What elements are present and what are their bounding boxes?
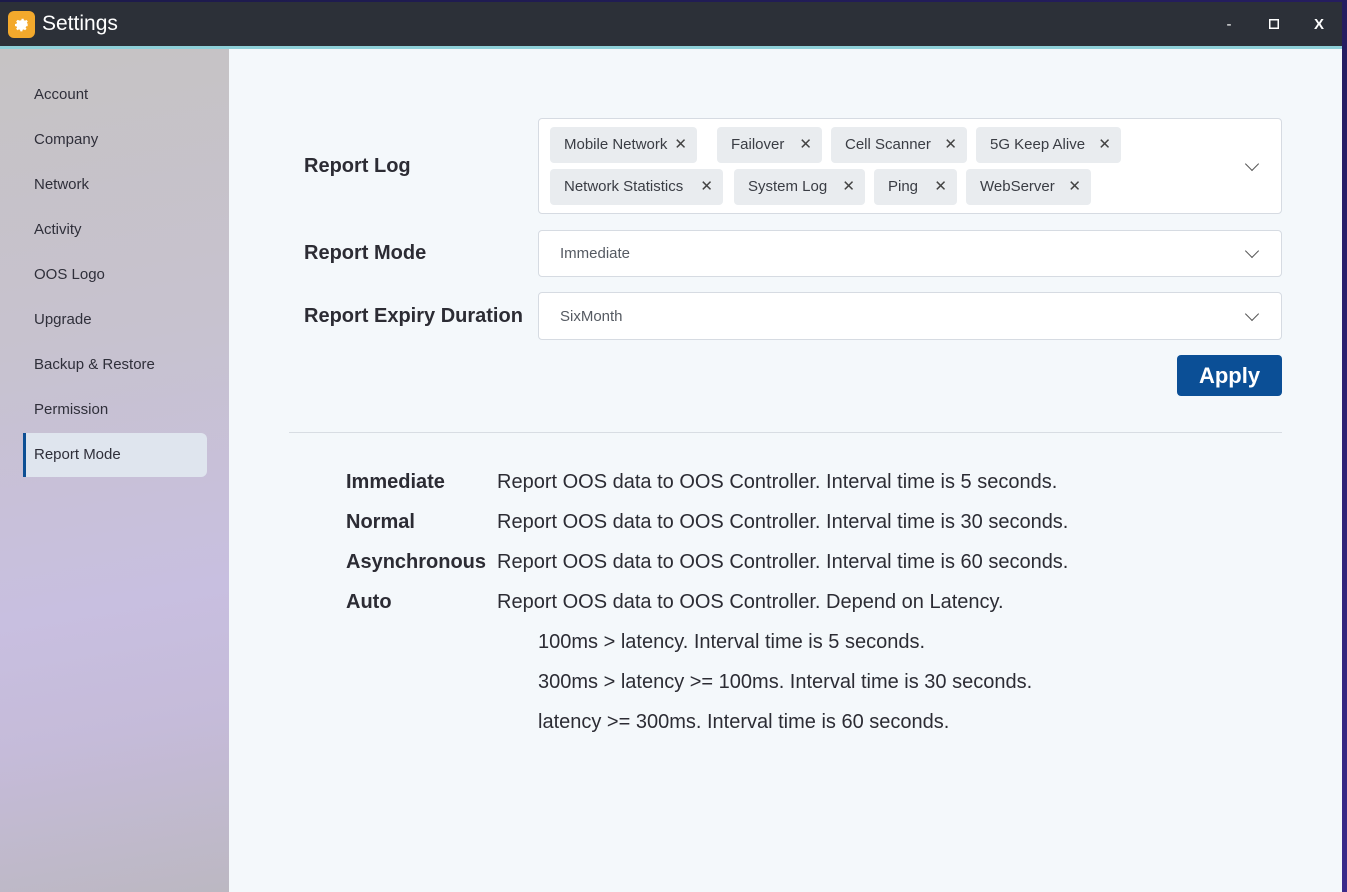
close-button[interactable]: X — [1304, 10, 1334, 38]
tag-chip: Failover ✕ — [717, 127, 822, 163]
auto-latency-rule: 100ms > latency. Interval time is 5 seco… — [538, 631, 926, 653]
main-content: Report Log Mobile Network ✕ Failover ✕ C… — [229, 49, 1342, 892]
report-log-label: Report Log — [304, 155, 411, 177]
minimize-button[interactable]: - — [1214, 10, 1244, 38]
chevron-down-icon[interactable] — [1244, 306, 1260, 322]
sidebar-item-activity[interactable]: Activity — [23, 208, 207, 252]
gear-icon — [8, 11, 35, 38]
mode-description: Report OOS data to OOS Controller. Inter… — [497, 511, 1069, 533]
tag-label: System Log — [748, 178, 828, 195]
tag-chip: Ping ✕ — [874, 169, 957, 205]
report-mode-label: Report Mode — [304, 242, 427, 264]
tag-label: Failover — [731, 136, 785, 153]
title-bar: Settings - X — [0, 2, 1342, 49]
mode-description: Report OOS data to OOS Controller. Inter… — [497, 551, 1069, 573]
mode-name: Normal — [346, 511, 415, 533]
mode-name: Asynchronous — [346, 551, 487, 573]
tag-label: 5G Keep Alive — [990, 136, 1086, 153]
tag-chip: Mobile Network ✕ — [550, 127, 697, 163]
window-title: Settings — [42, 12, 118, 35]
tag-chip: System Log ✕ — [734, 169, 865, 205]
close-icon[interactable]: ✕ — [799, 127, 812, 163]
tag-chip: Cell Scanner ✕ — [831, 127, 967, 163]
sidebar-item-permission[interactable]: Permission — [23, 388, 207, 432]
sidebar: Account Company Network Activity OOS Log… — [0, 49, 229, 892]
sidebar-item-backup-restore[interactable]: Backup & Restore — [23, 343, 207, 387]
report-expiry-label: Report Expiry Duration — [304, 305, 523, 327]
tag-chip: Network Statistics ✕ — [550, 169, 723, 205]
close-icon[interactable]: ✕ — [674, 127, 687, 163]
sidebar-item-network[interactable]: Network — [23, 163, 207, 207]
report-log-multiselect[interactable]: Mobile Network ✕ Failover ✕ Cell Scanner… — [538, 118, 1282, 214]
sidebar-item-oos-logo[interactable]: OOS Logo — [23, 253, 207, 297]
mode-description: Report OOS data to OOS Controller. Depen… — [497, 591, 1004, 613]
sidebar-item-account[interactable]: Account — [23, 73, 207, 117]
mode-name: Auto — [346, 591, 392, 613]
maximize-icon — [1269, 19, 1279, 29]
tag-label: WebServer — [980, 178, 1055, 195]
chevron-down-icon[interactable] — [1244, 156, 1260, 172]
close-icon[interactable]: ✕ — [1098, 127, 1111, 163]
tag-label: Ping — [888, 178, 919, 195]
tag-label: Cell Scanner — [845, 136, 931, 153]
report-expiry-select[interactable]: SixMonth — [538, 292, 1282, 340]
report-mode-select[interactable]: Immediate — [538, 230, 1282, 277]
tag-label: Mobile Network — [564, 136, 668, 153]
close-icon[interactable]: ✕ — [1068, 169, 1081, 205]
auto-latency-rule: 300ms > latency >= 100ms. Interval time … — [538, 671, 1033, 693]
sidebar-item-report-mode[interactable]: Report Mode — [23, 433, 207, 477]
sidebar-item-company[interactable]: Company — [23, 118, 207, 162]
report-expiry-value: SixMonth — [560, 308, 623, 325]
close-icon[interactable]: ✕ — [944, 127, 957, 163]
apply-button[interactable]: Apply — [1177, 355, 1282, 396]
mode-name: Immediate — [346, 471, 445, 493]
close-icon[interactable]: ✕ — [700, 169, 713, 205]
close-icon[interactable]: ✕ — [934, 169, 947, 205]
mode-description: Report OOS data to OOS Controller. Inter… — [497, 471, 1058, 493]
sidebar-item-upgrade[interactable]: Upgrade — [23, 298, 207, 342]
report-mode-value: Immediate — [560, 245, 631, 262]
tag-chip: WebServer ✕ — [966, 169, 1091, 205]
maximize-button[interactable] — [1259, 10, 1289, 38]
auto-latency-rule: latency >= 300ms. Interval time is 60 se… — [538, 711, 950, 733]
tag-label: Network Statistics — [564, 178, 684, 195]
close-icon[interactable]: ✕ — [842, 169, 855, 205]
tag-chip: 5G Keep Alive ✕ — [976, 127, 1121, 163]
chevron-down-icon[interactable] — [1244, 243, 1260, 259]
divider — [289, 432, 1282, 433]
settings-window: Settings - X Account Company Network Act… — [0, 2, 1342, 892]
